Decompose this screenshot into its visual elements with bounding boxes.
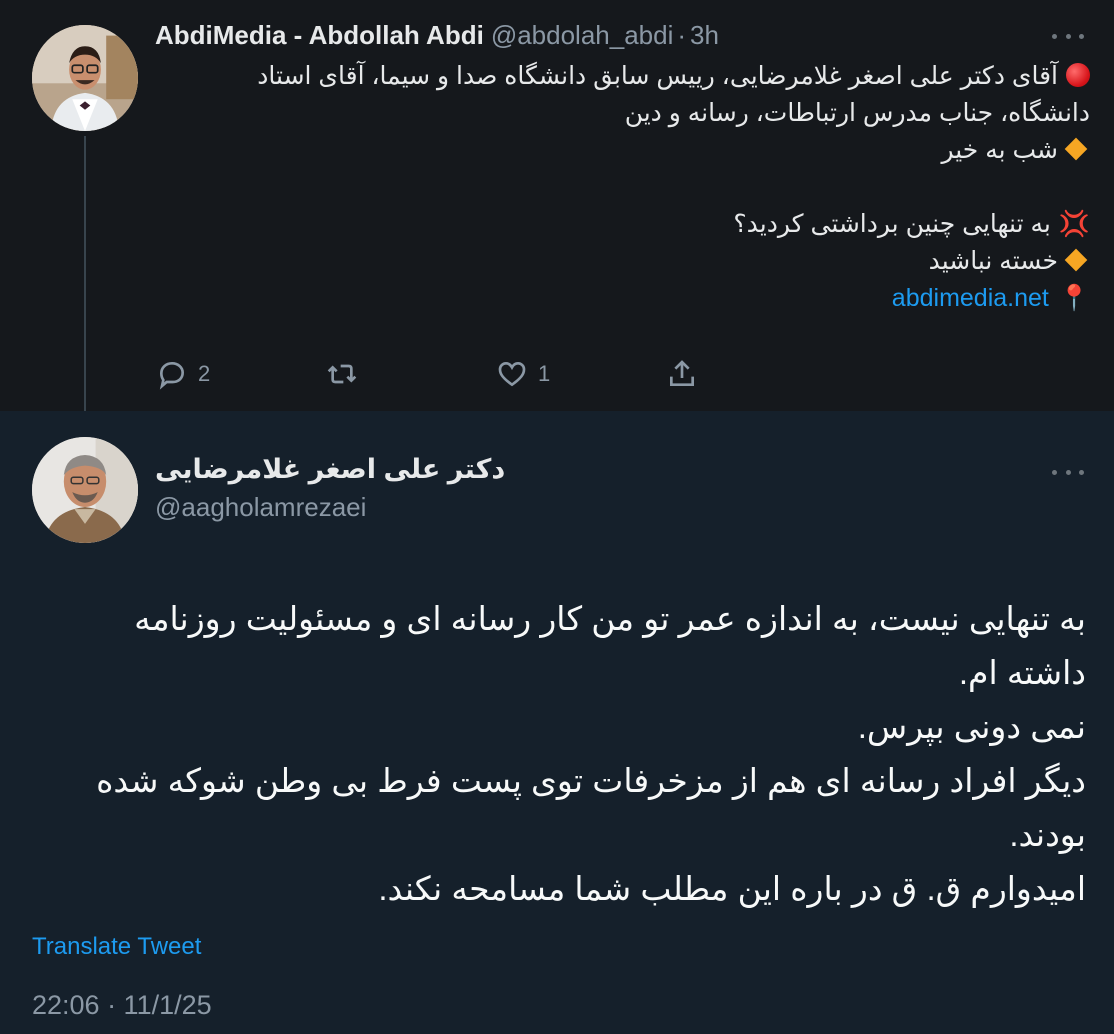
text-line: به تنهایی نیست، به اندازه عمر تو من کار … bbox=[134, 600, 1086, 637]
share-button[interactable] bbox=[666, 358, 698, 390]
main-tweet-text: به تنهایی نیست، به اندازه عمر تو من کار … bbox=[30, 592, 1086, 916]
text-line: امیدوارم ق. ق در باره این مطلب شما مسامح… bbox=[378, 870, 1086, 907]
text-line: خسته نباشید bbox=[190, 243, 1090, 280]
author-name[interactable]: AbdiMedia - Abdollah Abdi bbox=[155, 20, 484, 51]
parent-tweet-text: آقای دکتر علی اصغر غلامرضایی، رییس سابق … bbox=[190, 58, 1090, 317]
text-line-empty bbox=[190, 169, 1090, 206]
text-line: 💢به تنهایی چنین برداشتی کردید؟ bbox=[733, 210, 1090, 238]
author-name[interactable]: دکتر علی اصغر غلامرضایی bbox=[155, 454, 505, 488]
retweet-icon bbox=[327, 364, 357, 384]
text-line: نمی دونی بپرس. bbox=[857, 708, 1086, 745]
text-line: دیگر افراد رسانه ای هم از مزخرفات توی پس… bbox=[96, 762, 1086, 799]
main-author-photo bbox=[32, 437, 138, 543]
text-line: آقای دکتر علی اصغر غلامرضایی، رییس سابق … bbox=[190, 58, 1090, 95]
orange-diamond-icon bbox=[1064, 137, 1088, 161]
anger-symbol-icon: 💢 bbox=[1058, 210, 1090, 238]
text-line: دانشگاه، جناب مدرس ارتباطات، رسانه و دین bbox=[624, 99, 1090, 127]
pin-icon: 📍 bbox=[1058, 284, 1090, 312]
text-line: داشته ام. bbox=[958, 654, 1086, 691]
orange-diamond-icon bbox=[1064, 248, 1088, 272]
more-options-icon[interactable] bbox=[1052, 466, 1084, 478]
retweet-button[interactable] bbox=[326, 358, 392, 390]
text-line: شب به خیر bbox=[190, 132, 1090, 169]
reply-button[interactable]: 2 bbox=[156, 358, 222, 390]
red-circle-icon bbox=[1066, 63, 1090, 87]
parent-author-photo bbox=[32, 25, 138, 131]
like-button[interactable]: 1 bbox=[496, 358, 562, 390]
text-line: بودند. bbox=[1009, 816, 1086, 853]
parent-tweet[interactable]: AbdiMedia - Abdollah Abdi @abdolah_abdi … bbox=[0, 0, 1114, 411]
more-options-icon[interactable] bbox=[1052, 30, 1084, 42]
text-line: 📍 abdimedia.net bbox=[190, 280, 1090, 317]
tweet-thread-page: AbdiMedia - Abdollah Abdi @abdolah_abdi … bbox=[0, 0, 1114, 1034]
share-icon bbox=[670, 360, 694, 386]
author-handle[interactable]: @aagholamrezaei bbox=[155, 492, 366, 524]
tweet-timestamp[interactable]: 22:06 · 11/1/25 bbox=[32, 990, 212, 1024]
reply-count: 2 bbox=[198, 361, 211, 386]
translate-tweet-link[interactable]: Translate Tweet bbox=[32, 933, 201, 963]
like-icon bbox=[498, 361, 526, 387]
separator-dot: · bbox=[677, 20, 687, 50]
parent-tweet-header: AbdiMedia - Abdollah Abdi @abdolah_abdi … bbox=[155, 20, 719, 52]
reply-icon bbox=[159, 361, 185, 390]
thread-connector-line bbox=[84, 136, 86, 411]
tweet-time[interactable]: 3h bbox=[690, 20, 719, 51]
website-link[interactable]: abdimedia.net bbox=[892, 284, 1049, 312]
avatar[interactable] bbox=[32, 25, 138, 131]
like-count: 1 bbox=[538, 361, 551, 386]
avatar[interactable] bbox=[32, 437, 138, 543]
author-handle[interactable]: @abdolah_abdi bbox=[491, 20, 674, 51]
